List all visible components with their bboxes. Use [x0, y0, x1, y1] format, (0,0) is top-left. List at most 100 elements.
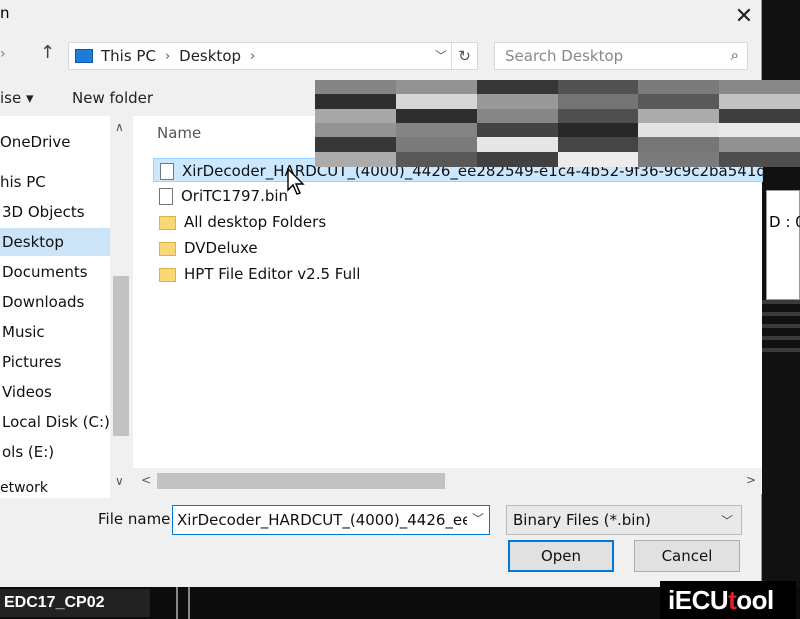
pixel-block-tile — [395, 151, 478, 167]
scroll-thumb[interactable] — [157, 473, 445, 489]
nav-item-music[interactable]: Music — [0, 318, 110, 346]
pixel-block-tile — [638, 123, 721, 139]
pixel-block-tile — [395, 80, 478, 96]
scroll-right-icon[interactable]: > — [746, 473, 756, 487]
folder-icon — [159, 267, 176, 282]
forward-arrow-icon[interactable]: › — [0, 46, 6, 62]
file-icon — [160, 163, 174, 180]
file-name-dropdown-icon[interactable]: ﹀ — [472, 510, 484, 527]
file-name-text: OriTC1797.bin — [181, 187, 289, 205]
pixel-block-tile — [315, 151, 397, 167]
breadcrumb-chevron-icon: › — [164, 48, 171, 64]
folder-name-text: DVDeluxe — [184, 239, 258, 257]
pixel-block-tile — [719, 108, 800, 124]
folder-row-dvdeluxe[interactable]: DVDeluxe — [153, 236, 763, 260]
folder-row-hpt-file-editor[interactable]: HPT File Editor v2.5 Full — [153, 262, 763, 286]
pixel-block-tile — [638, 108, 721, 124]
scroll-up-icon[interactable]: ∧ — [115, 120, 124, 134]
file-icon — [159, 188, 173, 205]
scroll-left-icon[interactable]: < — [141, 473, 151, 487]
pixelated-redaction — [315, 80, 800, 167]
pixel-block-tile — [315, 123, 397, 139]
nav-scrollbar[interactable]: ∧ ∨ — [110, 116, 132, 498]
background-separator — [176, 587, 190, 619]
pixel-block-tile — [557, 94, 640, 110]
mouse-cursor-icon — [287, 168, 305, 195]
file-type-select[interactable]: Binary Files (*.bin) ﹀ — [506, 505, 742, 535]
background-ecu-label: EDC17_CP02 — [0, 589, 150, 617]
pixel-block-tile — [476, 80, 559, 96]
nav-item-pictures[interactable]: Pictures — [0, 348, 110, 376]
file-row-oritc1797[interactable]: OriTC1797.bin — [153, 184, 763, 208]
refresh-icon[interactable]: ↻ — [451, 43, 477, 69]
nav-item-downloads[interactable]: Downloads — [0, 288, 110, 316]
nav-item-documents[interactable]: Documents — [0, 258, 110, 286]
file-list: Name XirDecoder_HARDCUT_(4000)_4426_ee28… — [133, 116, 800, 468]
breadcrumb-desktop[interactable]: Desktop — [179, 47, 241, 65]
nav-item-local-disk[interactable]: Local Disk (C:) — [0, 408, 110, 436]
pixel-block-tile — [719, 94, 800, 110]
background-info-box: D : 04 — [766, 190, 800, 300]
pixel-block-tile — [557, 151, 640, 167]
address-bar[interactable]: This PC › Desktop › ﹀ ↻ — [68, 42, 478, 70]
pixel-block-tile — [476, 123, 559, 139]
pixel-block-tile — [315, 137, 397, 153]
nav-item-onedrive[interactable]: OneDrive — [0, 128, 110, 156]
pixel-block-tile — [557, 137, 640, 153]
pixel-block-tile — [557, 108, 640, 124]
file-type-value: Binary Files (*.bin) — [513, 511, 651, 529]
open-button[interactable]: Open — [508, 540, 614, 572]
screen: D : 04 EDC17_CP02 n ✕ › ↑ This PC › Desk… — [0, 0, 800, 619]
logo-text-part1: iECU — [668, 585, 729, 615]
pixel-block-tile — [719, 137, 800, 153]
close-icon: ✕ — [734, 3, 754, 29]
folder-icon — [159, 215, 176, 230]
pixel-block-tile — [476, 108, 559, 124]
pixel-block-tile — [315, 94, 397, 110]
search-placeholder: Search Desktop — [505, 47, 624, 65]
folder-icon — [159, 241, 176, 256]
nav-item-videos[interactable]: Videos — [0, 378, 110, 406]
pixel-block-tile — [395, 94, 478, 110]
search-input[interactable]: Search Desktop ⌕ — [494, 42, 748, 70]
scroll-thumb[interactable] — [113, 276, 129, 436]
pixel-block-tile — [719, 123, 800, 139]
nav-item-3d-objects[interactable]: 3D Objects — [0, 198, 110, 226]
close-button[interactable]: ✕ — [726, 0, 762, 32]
organize-menu[interactable]: ise ▾ — [0, 89, 34, 107]
scroll-down-icon[interactable]: ∨ — [115, 474, 124, 488]
nav-item-network[interactable]: etwork — [0, 478, 110, 498]
pixel-block-tile — [557, 123, 640, 139]
pixel-block-tile — [395, 108, 478, 124]
column-header-name[interactable]: Name — [157, 124, 201, 142]
pixel-block-tile — [719, 80, 800, 96]
breadcrumb-this-pc[interactable]: This PC — [101, 47, 156, 65]
pixel-block-tile — [476, 94, 559, 110]
pixel-block-tile — [638, 137, 721, 153]
this-pc-icon — [75, 49, 93, 63]
folder-name-text: All desktop Folders — [184, 213, 327, 231]
horizontal-scrollbar[interactable]: < > — [133, 468, 762, 494]
pixel-block-tile — [638, 80, 721, 96]
nav-item-tools-drive[interactable]: ols (E:) — [0, 438, 110, 466]
search-icon: ⌕ — [730, 46, 739, 64]
nav-item-desktop[interactable]: Desktop — [0, 228, 110, 256]
navigation-pane: OneDrive his PC 3D Objects Desktop Docum… — [0, 116, 132, 498]
background-info-text: D : 04 — [769, 213, 800, 231]
logo-text-part3: ool — [736, 585, 774, 615]
pixel-block-tile — [476, 151, 559, 167]
chevron-down-icon: ﹀ — [720, 514, 733, 528]
up-arrow-icon[interactable]: ↑ — [40, 42, 55, 63]
address-dropdown-icon[interactable]: ﹀ — [435, 47, 447, 64]
file-name-label: File name: — [98, 510, 176, 528]
pixel-block-tile — [638, 94, 721, 110]
pixel-block-tile — [395, 137, 478, 153]
iecutool-logo: iECUtool — [660, 581, 796, 619]
file-name-input[interactable] — [172, 505, 490, 535]
nav-item-this-pc[interactable]: his PC — [0, 168, 110, 196]
cancel-button[interactable]: Cancel — [634, 540, 740, 572]
folder-row-all-desktop-folders[interactable]: All desktop Folders — [153, 210, 763, 234]
new-folder-button[interactable]: New folder — [72, 89, 153, 107]
dialog-title: n — [0, 4, 10, 22]
background-stripes — [762, 300, 800, 360]
